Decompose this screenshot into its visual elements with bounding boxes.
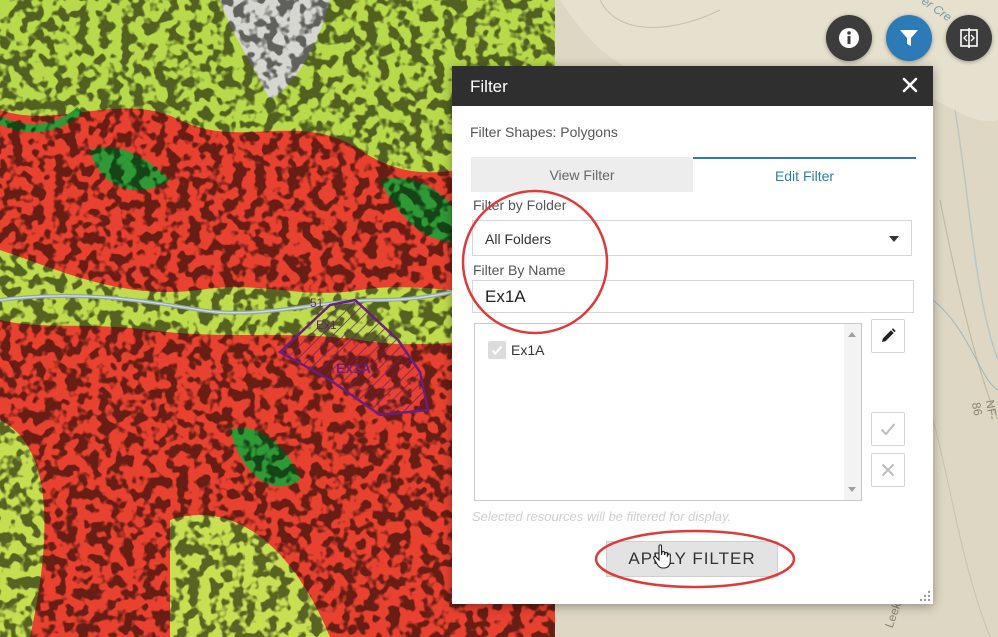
folder-select[interactable]: All Folders — [472, 220, 912, 256]
filter-icon — [900, 30, 918, 46]
check-icon — [880, 423, 896, 436]
results-list[interactable]: Ex1A — [474, 323, 862, 501]
folder-select-value: All Folders — [485, 231, 552, 247]
info-icon — [839, 28, 859, 48]
filter-button[interactable] — [886, 15, 932, 61]
point-label: Ex1 — [316, 318, 337, 332]
accept-button[interactable] — [871, 412, 905, 446]
check-icon — [491, 345, 503, 355]
name-label: Filter By Name — [473, 262, 566, 278]
edit-button[interactable] — [871, 319, 905, 353]
scrollbar[interactable] — [844, 324, 861, 500]
close-button[interactable] — [897, 72, 923, 98]
dialog-header: Filter — [452, 66, 933, 106]
scroll-down-icon[interactable] — [848, 487, 856, 492]
split-view-button[interactable] — [946, 15, 992, 61]
folder-label: Filter by Folder — [473, 197, 567, 213]
hand-cursor-icon — [653, 544, 671, 569]
point-label: 51 — [310, 296, 324, 310]
tab-edit-filter[interactable]: Edit Filter — [693, 157, 916, 192]
list-item-label: Ex1A — [511, 342, 545, 358]
apply-filter-button[interactable]: APPLY FILTER — [606, 541, 778, 577]
filter-shapes-text: Filter Shapes: Polygons — [470, 124, 618, 140]
close-icon — [881, 463, 895, 477]
polygon-label: Ex1A — [336, 360, 372, 376]
pencil-icon — [882, 328, 896, 342]
tab-view-filter[interactable]: View Filter — [471, 157, 693, 192]
road-label: NF-86 — [968, 398, 998, 421]
name-filter-input[interactable] — [472, 280, 914, 313]
reject-button[interactable] — [871, 453, 905, 487]
split-view-icon — [960, 28, 978, 48]
hint-text: Selected resources will be filtered for … — [472, 509, 732, 524]
info-button[interactable] — [826, 15, 872, 61]
caret-down-icon — [889, 236, 899, 242]
filter-dialog: Filter Filter Shapes: Polygons View Filt… — [452, 66, 933, 604]
scroll-up-icon[interactable] — [848, 332, 856, 337]
close-icon — [902, 77, 918, 93]
checkbox[interactable] — [488, 341, 506, 359]
list-item[interactable]: Ex1A — [488, 341, 544, 359]
resize-grip-icon[interactable] — [919, 590, 931, 602]
dialog-title: Filter — [470, 77, 508, 96]
